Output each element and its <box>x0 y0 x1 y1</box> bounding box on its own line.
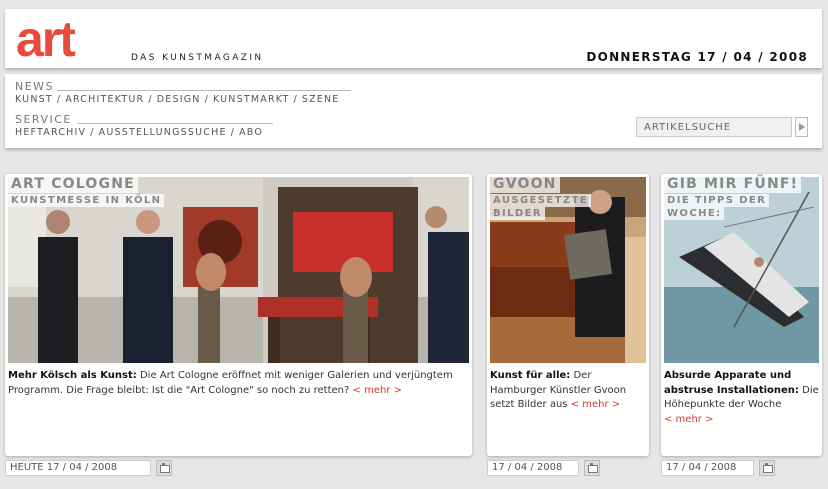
card-lead: Kunst für alle: <box>490 370 571 381</box>
nav-link-architektur[interactable]: ARCHITEKTUR <box>65 94 144 105</box>
teaser-card-gvoon: GVOON AUSGESETZTE BILDER Kunst für alle:… <box>487 174 649 456</box>
nav-link-kunst[interactable]: KUNST <box>15 94 53 105</box>
search-submit-arrow-icon[interactable] <box>795 117 808 137</box>
site-tagline: DAS KUNSTMAGAZIN <box>131 53 264 63</box>
nav-link-kunstmarkt[interactable]: KUNSTMARKT <box>213 94 289 105</box>
service-divider <box>77 123 273 124</box>
site-header: art DAS KUNSTMAGAZIN DONNERSTAG 17 / 04 … <box>5 9 822 68</box>
card-title[interactable]: GIB MIR FÜNF! <box>664 176 802 193</box>
nav-link-szene[interactable]: SZENE <box>302 94 340 105</box>
art-logo[interactable]: art <box>16 14 76 64</box>
gallery-camera-icon[interactable] <box>759 460 775 476</box>
main-navigation: NEWS KUNST / ARCHITEKTUR / DESIGN / KUNSTMARKT… <box>5 74 822 148</box>
teaser-card-gib-mir-fuenf: GIB MIR FÜNF! DIE TIPPS DER WOCHE: Absur… <box>661 174 822 456</box>
teaser-card-art-cologne: ART COLOGNE KUNSTMESSE IN KÖLN Mehr Köls… <box>5 174 472 456</box>
news-divider <box>57 90 351 91</box>
card-subtitle: KUNSTMESSE IN KÖLN <box>8 194 165 207</box>
current-date: DONNERSTAG 17 / 04 / 2008 <box>586 50 808 64</box>
news-heading: NEWS <box>15 80 55 93</box>
card-teaser-text: Absurde Apparate und abstruse Installati… <box>664 369 821 427</box>
card-date: 17 / 04 / 2008 <box>487 460 579 476</box>
gallery-camera-icon[interactable] <box>156 460 172 476</box>
service-heading: SERVICE <box>15 113 72 126</box>
card-teaser-text: Kunst für alle: Der Hamburger Künstler G… <box>490 369 646 413</box>
more-link[interactable]: < mehr > <box>664 414 713 425</box>
card-subtitle-line-2: WOCHE: <box>664 207 725 220</box>
gallery-camera-icon[interactable] <box>584 460 600 476</box>
nav-link-abo[interactable]: ABO <box>239 127 263 138</box>
more-link[interactable]: < mehr > <box>353 385 402 396</box>
card-title[interactable]: ART COLOGNE <box>8 176 138 193</box>
article-search-input[interactable]: ARTIKELSUCHE <box>636 117 792 137</box>
nav-link-design[interactable]: DESIGN <box>157 94 201 105</box>
card-subtitle-line-1: DIE TIPPS DER <box>664 194 770 207</box>
card-date: HEUTE 17 / 04 / 2008 <box>5 460 151 476</box>
nav-link-heftarchiv[interactable]: HEFTARCHIV <box>15 127 86 138</box>
nav-link-ausstellungssuche[interactable]: AUSSTELLUNGSSUCHE <box>99 127 227 138</box>
card-title[interactable]: GVOON <box>490 176 560 193</box>
card-teaser-text: Mehr Kölsch als Kunst: Die Art Cologne e… <box>8 369 466 398</box>
service-links: HEFTARCHIV / AUSSTELLUNGSSUCHE / ABO <box>15 127 264 138</box>
card-date: 17 / 04 / 2008 <box>661 460 754 476</box>
card-lead: Mehr Kölsch als Kunst: <box>8 370 137 381</box>
card-lead: Absurde Apparate und abstruse Installati… <box>664 370 799 396</box>
news-links: KUNST / ARCHITEKTUR / DESIGN / KUNSTMARKT / SZEN… <box>15 94 340 105</box>
card-subtitle-line-1: AUSGESETZTE <box>490 194 591 207</box>
card-subtitle-line-2: BILDER <box>490 207 545 220</box>
more-link[interactable]: < mehr > <box>571 399 620 410</box>
